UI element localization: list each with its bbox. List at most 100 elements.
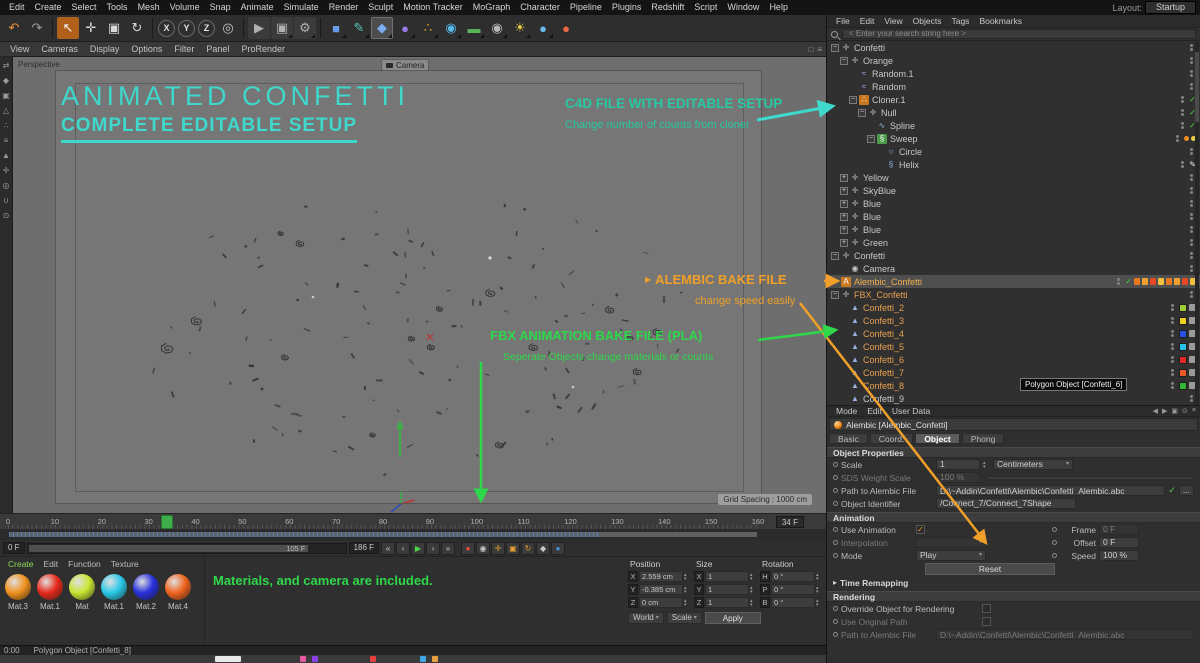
override-render-checkbox[interactable]: ✓ <box>982 604 991 613</box>
tree-item-camera[interactable]: ◉Camera <box>827 262 1200 275</box>
tree-item-skyblue[interactable]: +✛SkyBlue <box>827 184 1200 197</box>
menu-tools[interactable]: Tools <box>102 0 133 15</box>
keyframe-bar[interactable] <box>0 529 826 540</box>
visibility-dots-icon[interactable] <box>1181 122 1184 129</box>
material-icon[interactable]: ● <box>555 17 577 39</box>
layout-select[interactable]: Startup <box>1145 1 1196 14</box>
expander-icon[interactable]: + <box>840 200 848 208</box>
object-manager-menu-file[interactable]: File <box>831 16 855 26</box>
search-input[interactable]: < Enter your search string here > <box>842 29 1196 39</box>
timeline-ruler[interactable]: 34 F 01020304050607080901001101201301401… <box>0 513 826 529</box>
visibility-dots-icon[interactable] <box>1171 330 1174 337</box>
viewport-solo-icon[interactable]: ◎ <box>1 180 12 191</box>
taskbar-app-icon[interactable] <box>215 656 241 662</box>
tab-basic[interactable]: Basic <box>829 433 868 444</box>
visibility-dots-icon[interactable] <box>1190 174 1193 181</box>
taskbar-app-icon[interactable] <box>312 656 318 662</box>
tree-item-sweep[interactable]: −§Sweep <box>827 132 1200 145</box>
menu-plugins[interactable]: Plugins <box>607 0 647 15</box>
menu-pipeline[interactable]: Pipeline <box>565 0 607 15</box>
tree-item-confetti[interactable]: −✛Confetti <box>827 249 1200 262</box>
coord-value-input[interactable]: 0 ° <box>771 584 815 595</box>
visibility-dots-icon[interactable] <box>1190 239 1193 246</box>
menu-animate[interactable]: Animate <box>236 0 279 15</box>
object-tree-scrollbar[interactable] <box>1195 42 1199 405</box>
camera-icon[interactable]: ◉ <box>486 17 508 39</box>
scale-stepper[interactable]: ▴ ▾ <box>983 461 990 469</box>
tree-item-blue[interactable]: +✛Blue <box>827 197 1200 210</box>
coord-stepper[interactable]: ▴▾ <box>684 573 691 581</box>
viewport-view-label[interactable]: Perspective <box>18 60 60 69</box>
visibility-dots-icon[interactable] <box>1117 278 1120 285</box>
points-mode-icon[interactable]: ∴ <box>1 120 12 131</box>
viewport-menu-filter[interactable]: Filter <box>168 42 200 57</box>
play-button[interactable]: ▶ <box>411 542 425 555</box>
record-parameter-button[interactable]: ◆ <box>536 542 550 555</box>
tree-item-random-1[interactable]: ≈Random.1 <box>827 67 1200 80</box>
tree-item-confetti-4[interactable]: ▲Confetti_4 <box>827 327 1200 340</box>
visibility-dots-icon[interactable] <box>1190 83 1193 90</box>
taskbar-app-icon[interactable] <box>420 656 426 662</box>
anim-dot-icon[interactable] <box>833 462 838 467</box>
coordinate-space-select[interactable]: World ▾ <box>628 612 664 624</box>
expander-icon[interactable]: + <box>840 187 848 195</box>
material-sphere-icon[interactable] <box>5 574 31 600</box>
record-button[interactable]: ● <box>461 542 475 555</box>
tree-item-random[interactable]: ≈Random <box>827 80 1200 93</box>
expander-icon[interactable]: − <box>867 135 875 143</box>
material-item[interactable]: Mat.1 <box>101 574 127 611</box>
viewport-layout-icon[interactable]: □ <box>808 45 813 54</box>
coord-value-input[interactable]: 0 cm <box>639 597 683 608</box>
viewport-menu-prorender[interactable]: ProRender <box>235 42 291 57</box>
menu-edit[interactable]: Edit <box>4 0 30 15</box>
speed-input[interactable]: 100 % <box>1099 550 1139 561</box>
coord-value-input[interactable]: -0.385 cm <box>639 584 683 595</box>
object-manager-menu-view[interactable]: View <box>879 16 907 26</box>
tree-item-confetti-7[interactable]: ▲Confetti_7 <box>827 366 1200 379</box>
menu-select[interactable]: Select <box>67 0 102 15</box>
material-tag-icon[interactable] <box>1179 304 1187 312</box>
coord-stepper[interactable]: ▴▾ <box>750 599 757 607</box>
tab-phong[interactable]: Phong <box>962 433 1005 444</box>
record-rotation-button[interactable]: ↻ <box>521 542 535 555</box>
tree-item-null[interactable]: −✛Null✓ <box>827 106 1200 119</box>
coord-value-input[interactable]: 2.559 cm <box>639 571 683 582</box>
record-scale-button[interactable]: ▣ <box>506 542 520 555</box>
visibility-dots-icon[interactable] <box>1190 44 1193 51</box>
material-item[interactable]: Mat.2 <box>133 574 159 611</box>
taskbar-app-icon[interactable] <box>300 656 306 662</box>
floor-icon[interactable]: ▬ <box>463 17 485 39</box>
tree-item-yellow[interactable]: +✛Yellow <box>827 171 1200 184</box>
light-icon[interactable]: ☀ <box>509 17 531 39</box>
material-tag-icon[interactable] <box>1179 369 1187 377</box>
material-tag-icon[interactable] <box>1179 356 1187 364</box>
perspective-viewport[interactable]: Perspective Camera ANIMATED CONFETTI COM… <box>13 57 826 513</box>
tree-item-blue[interactable]: +✛Blue <box>827 210 1200 223</box>
coord-stepper[interactable]: ▴▾ <box>816 573 823 581</box>
anim-dot-icon[interactable] <box>1052 527 1057 532</box>
object-manager-menu-edit[interactable]: Edit <box>855 16 880 26</box>
visibility-dots-icon[interactable] <box>1171 356 1174 363</box>
expander-icon[interactable]: + <box>840 174 848 182</box>
tree-item-circle[interactable]: ○Circle <box>827 145 1200 158</box>
tree-item-cloner-1[interactable]: −∴Cloner.1✓ <box>827 93 1200 106</box>
viewport-menu-view[interactable]: View <box>4 42 35 57</box>
record-pla-button[interactable]: ● <box>551 542 565 555</box>
range-scrollbar[interactable]: 105 F <box>27 543 347 554</box>
visibility-dots-icon[interactable] <box>1190 395 1193 402</box>
alembic-tag-icon[interactable] <box>1174 278 1180 285</box>
viewport-menu-display[interactable]: Display <box>84 42 126 57</box>
menu-window[interactable]: Window <box>722 0 764 15</box>
attribute-menu-mode[interactable]: Mode <box>831 406 862 416</box>
prev-key-button[interactable]: ‹ <box>396 542 410 555</box>
apply-button[interactable]: Apply <box>705 612 761 624</box>
tree-item-spline[interactable]: ∿Spline✓ <box>827 119 1200 132</box>
material-sphere-icon[interactable] <box>101 574 127 600</box>
menu-simulate[interactable]: Simulate <box>279 0 324 15</box>
material-menu-function[interactable]: Function <box>64 559 105 569</box>
alembic-tag-icon[interactable] <box>1134 278 1140 285</box>
visibility-dots-icon[interactable] <box>1171 382 1174 389</box>
render-view-icon[interactable]: ▶ <box>248 17 270 39</box>
visibility-dots-icon[interactable] <box>1171 343 1174 350</box>
next-key-button[interactable]: › <box>426 542 440 555</box>
